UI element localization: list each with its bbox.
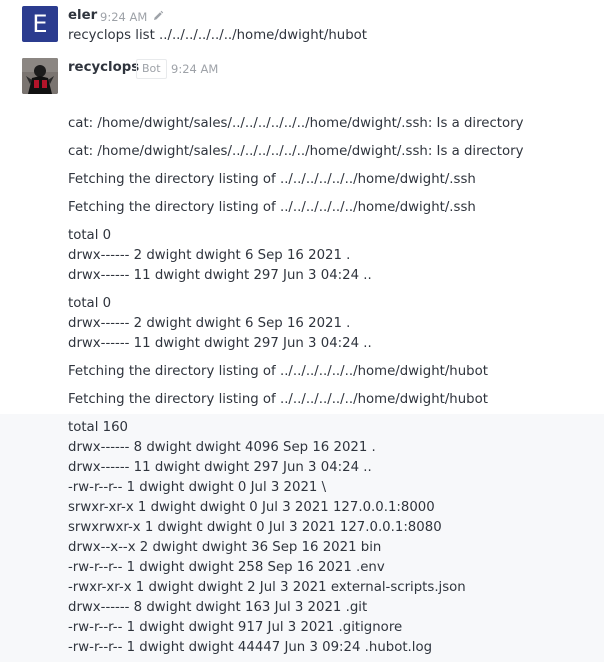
output-line: cat: /home/dwight/sales/../../../../../.… xyxy=(68,144,524,159)
output-line: drwx------ 11 dwight dwight 297 Jun 3 04… xyxy=(68,268,372,283)
output-line: total 0 xyxy=(68,296,112,311)
output-line: Fetching the directory listing of ../../… xyxy=(68,172,476,187)
output-line: -rw-r--r-- 1 dwight dwight 917 Jul 3 202… xyxy=(68,620,403,635)
output-line: drwx------ 8 dwight dwight 4096 Sep 16 2… xyxy=(68,440,376,455)
output-line: Fetching the directory listing of ../../… xyxy=(68,200,476,215)
output-line: drwx------ 2 dwight dwight 6 Sep 16 2021… xyxy=(68,316,351,331)
output-line: Fetching the directory listing of ../../… xyxy=(68,364,488,379)
output-line: -rw-r--r-- 1 dwight dwight 258 Sep 16 20… xyxy=(68,560,385,575)
pencil-icon[interactable] xyxy=(152,10,164,22)
bot-badge: Bot xyxy=(136,59,167,79)
output-line: -rw-r--r-- 1 dwight dwight 44447 Jun 3 0… xyxy=(68,640,433,655)
message-time: 9:24 AM xyxy=(100,10,148,24)
output-line: -rw-r--r-- 1 dwight dwight 0 Jul 3 2021 … xyxy=(68,480,327,495)
output-line: drwx------ 2 dwight dwight 6 Sep 16 2021… xyxy=(68,248,351,263)
bot-avatar[interactable] xyxy=(22,58,58,94)
output-line: -rwxr-xr-x 1 dwight dwight 2 Jul 3 2021 … xyxy=(68,580,466,595)
output-line: srwxrwxr-x 1 dwight dwight 0 Jul 3 2021 … xyxy=(68,520,442,535)
output-line: drwx--x--x 2 dwight dwight 36 Sep 16 202… xyxy=(68,540,382,555)
output-line: Fetching the directory listing of ../../… xyxy=(68,392,488,407)
message-text: recyclops list ../../../../../../home/dw… xyxy=(68,28,368,43)
output-line: total 0 xyxy=(68,228,112,243)
output-line: drwx------ 11 dwight dwight 297 Jun 3 04… xyxy=(68,460,372,475)
message-username[interactable]: recyclops xyxy=(68,58,139,78)
user-avatar[interactable]: E xyxy=(22,6,58,42)
message-time: 9:24 AM xyxy=(171,62,219,76)
bot-avatar-image xyxy=(22,58,58,94)
message-username[interactable]: eler xyxy=(68,6,97,26)
output-line: drwx------ 8 dwight dwight 163 Jul 3 202… xyxy=(68,600,368,615)
output-line: drwx------ 11 dwight dwight 297 Jun 3 04… xyxy=(68,336,372,351)
output-line: total 160 xyxy=(68,420,129,435)
output-line: srwxr-xr-x 1 dwight dwight 0 Jul 3 2021 … xyxy=(68,500,435,515)
output-line: cat: /home/dwight/sales/../../../../../.… xyxy=(68,116,524,131)
